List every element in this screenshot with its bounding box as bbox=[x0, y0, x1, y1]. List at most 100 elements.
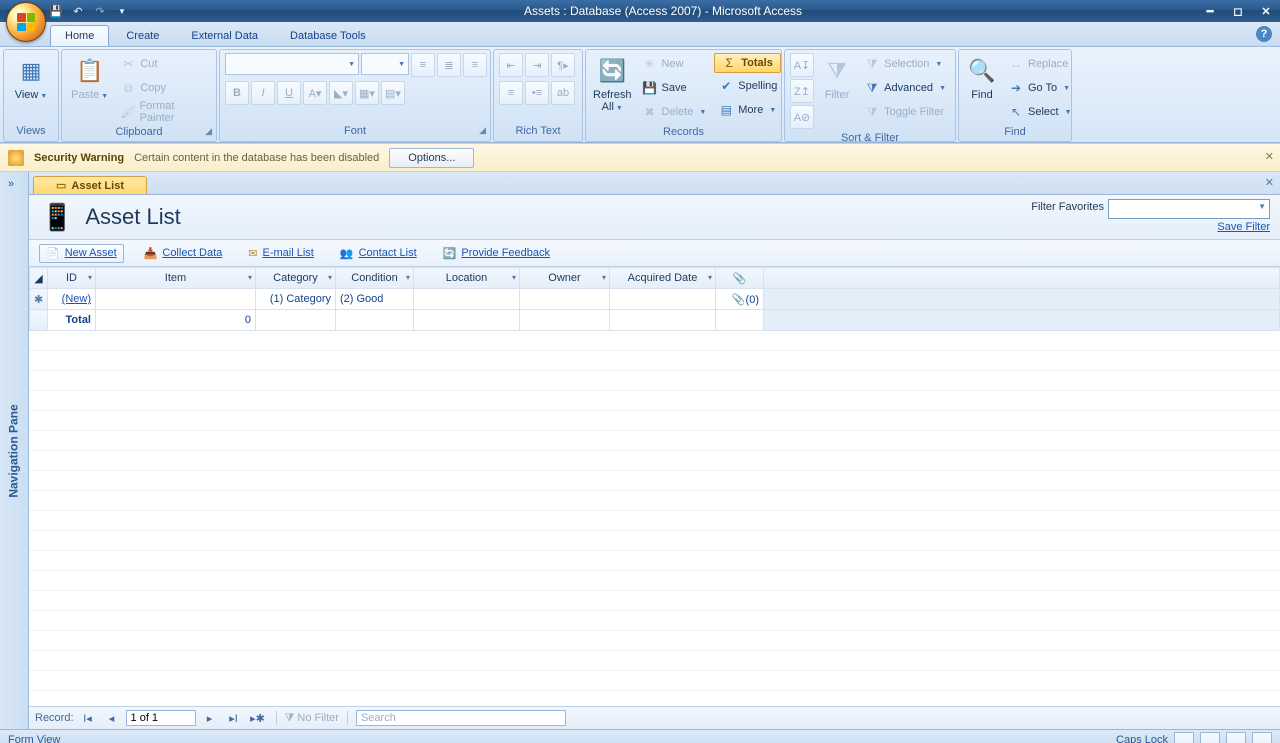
cell-new-id[interactable]: (New) bbox=[62, 293, 91, 305]
last-record-button[interactable]: ▸I bbox=[224, 709, 244, 727]
close-document-icon[interactable]: ✕ bbox=[1265, 176, 1274, 189]
record-position-input[interactable] bbox=[126, 710, 196, 726]
col-owner[interactable]: Owner▾ bbox=[520, 268, 610, 289]
col-acquired[interactable]: Acquired Date▾ bbox=[610, 268, 716, 289]
cell-new-item[interactable] bbox=[96, 289, 256, 310]
expand-nav-icon[interactable]: » bbox=[8, 178, 14, 190]
filter-favorites-combo[interactable]: ▼ bbox=[1108, 199, 1270, 219]
refresh-all-button[interactable]: 🔄 Refresh All▼ bbox=[591, 53, 634, 117]
minimize-button[interactable]: ━ bbox=[1196, 2, 1224, 20]
delete-record-button[interactable]: ✖Delete▼ bbox=[638, 101, 711, 123]
align-right-button[interactable]: ≡ bbox=[463, 53, 487, 77]
selection-button[interactable]: ⧩Selection▼ bbox=[860, 53, 950, 75]
more-button[interactable]: ▤More▼ bbox=[714, 99, 781, 121]
align-center-button[interactable]: ≣ bbox=[437, 53, 461, 77]
prev-record-button[interactable]: ◂ bbox=[102, 709, 122, 727]
redo-icon[interactable]: ↷ bbox=[92, 3, 108, 19]
font-name-combo[interactable]: ▼ bbox=[225, 53, 359, 75]
col-attachment[interactable]: 📎 bbox=[716, 268, 764, 289]
qat-dropdown-icon[interactable]: ▼ bbox=[114, 3, 130, 19]
security-options-button[interactable]: Options... bbox=[389, 148, 474, 168]
view-datasheet-button[interactable] bbox=[1200, 732, 1220, 743]
select-button[interactable]: ↖Select▼ bbox=[1004, 101, 1076, 123]
sort-asc-button[interactable]: A↧ bbox=[790, 53, 814, 77]
numbered-list-button[interactable]: ≡ bbox=[499, 81, 523, 105]
next-record-button[interactable]: ▸ bbox=[200, 709, 220, 727]
bulleted-list-button[interactable]: •≡ bbox=[525, 81, 549, 105]
first-record-button[interactable]: I◂ bbox=[78, 709, 98, 727]
format-painter-button[interactable]: 🖌Format Painter bbox=[116, 101, 211, 123]
bold-button[interactable]: B bbox=[225, 81, 249, 105]
new-record-nav-button[interactable]: ▸✱ bbox=[248, 709, 268, 727]
ltr-button[interactable]: ¶▸ bbox=[551, 53, 575, 77]
copy-button[interactable]: ⧉Copy bbox=[116, 77, 211, 99]
replace-button[interactable]: ↔Replace bbox=[1004, 53, 1076, 75]
font-dialog-icon[interactable]: ◢ bbox=[479, 125, 486, 136]
col-item[interactable]: Item▾ bbox=[96, 268, 256, 289]
font-color-button[interactable]: A▾ bbox=[303, 81, 327, 105]
clear-sort-button[interactable]: A⊘ bbox=[790, 105, 814, 129]
cut-button[interactable]: ✂Cut bbox=[116, 53, 211, 75]
gridlines-button[interactable]: ▦▾ bbox=[355, 81, 379, 105]
cell-new-category[interactable]: (1) Category bbox=[256, 289, 336, 310]
cell-new-condition[interactable]: (2) Good bbox=[336, 289, 414, 310]
view-layout-button[interactable] bbox=[1226, 732, 1246, 743]
paste-button[interactable]: 📋 Paste▼ bbox=[67, 53, 112, 105]
toggle-filter-button[interactable]: ⧩Toggle Filter bbox=[860, 101, 950, 123]
save-icon[interactable]: 💾 bbox=[48, 3, 64, 19]
underline-button[interactable]: U bbox=[277, 81, 301, 105]
align-left-button[interactable]: ≡ bbox=[411, 53, 435, 77]
new-record-button[interactable]: ✳New bbox=[638, 53, 711, 75]
col-condition[interactable]: Condition▾ bbox=[336, 268, 414, 289]
select-all-corner[interactable]: ◢ bbox=[30, 268, 48, 289]
save-filter-link[interactable]: Save Filter bbox=[1217, 221, 1270, 233]
close-button[interactable]: ✕ bbox=[1252, 2, 1280, 20]
tab-home[interactable]: Home bbox=[50, 25, 109, 46]
save-record-button[interactable]: 💾Save bbox=[638, 77, 711, 99]
col-id[interactable]: ID▾ bbox=[48, 268, 96, 289]
decrease-list-level-button[interactable]: ⇤ bbox=[499, 53, 523, 77]
maximize-button[interactable]: ◻ bbox=[1224, 2, 1252, 20]
tab-create[interactable]: Create bbox=[111, 25, 174, 46]
filter-button[interactable]: ⧩ Filter bbox=[818, 53, 856, 103]
clipboard-dialog-icon[interactable]: ◢ bbox=[205, 126, 212, 137]
new-row-selector[interactable]: ✱ bbox=[30, 289, 48, 310]
italic-button[interactable]: I bbox=[251, 81, 275, 105]
alt-row-button[interactable]: ▤▾ bbox=[381, 81, 405, 105]
fill-color-button[interactable]: ◣▾ bbox=[329, 81, 353, 105]
new-asset-button[interactable]: 📄New Asset bbox=[39, 244, 124, 263]
data-table[interactable]: ◢ ID▾ Item▾ Category▾ Condition▾ Locatio… bbox=[29, 267, 1280, 331]
advanced-button[interactable]: ⧩Advanced▼ bbox=[860, 77, 950, 99]
view-button[interactable]: ▦ View▼ bbox=[9, 53, 53, 105]
totals-row[interactable]: Total 0 bbox=[30, 310, 1280, 331]
security-close-icon[interactable]: ✕ bbox=[1265, 150, 1274, 163]
increase-list-level-button[interactable]: ⇥ bbox=[525, 53, 549, 77]
email-list-button[interactable]: ✉E-mail List bbox=[242, 245, 320, 262]
goto-button[interactable]: ➔Go To▼ bbox=[1004, 77, 1076, 99]
search-box[interactable] bbox=[356, 710, 566, 726]
col-category[interactable]: Category▾ bbox=[256, 268, 336, 289]
sort-desc-button[interactable]: Z↥ bbox=[790, 79, 814, 103]
collect-data-button[interactable]: 📥Collect Data bbox=[138, 245, 229, 262]
document-tab-asset-list[interactable]: ▭ Asset List bbox=[33, 176, 147, 194]
office-button[interactable] bbox=[6, 2, 46, 42]
filter-status[interactable]: ⧩ No Filter bbox=[285, 712, 339, 725]
highlight-button[interactable]: ab bbox=[551, 81, 575, 105]
cell-new-location[interactable] bbox=[414, 289, 520, 310]
font-size-combo[interactable]: ▼ bbox=[361, 53, 409, 75]
undo-icon[interactable]: ↶ bbox=[70, 3, 86, 19]
cell-new-acquired[interactable] bbox=[610, 289, 716, 310]
view-form-button[interactable] bbox=[1174, 732, 1194, 743]
help-icon[interactable]: ? bbox=[1256, 26, 1272, 42]
contact-list-button[interactable]: 👥Contact List bbox=[334, 245, 423, 262]
navigation-pane-collapsed[interactable]: » Navigation Pane bbox=[0, 172, 29, 729]
col-location[interactable]: Location▾ bbox=[414, 268, 520, 289]
cell-new-attachment[interactable]: 📎(0) bbox=[716, 289, 764, 310]
new-row[interactable]: ✱ (New) (1) Category (2) Good 📎(0) bbox=[30, 289, 1280, 310]
provide-feedback-button[interactable]: 🔄Provide Feedback bbox=[437, 245, 556, 262]
totals-button[interactable]: ΣTotals bbox=[714, 53, 781, 73]
cell-new-owner[interactable] bbox=[520, 289, 610, 310]
spelling-button[interactable]: ✔Spelling bbox=[714, 75, 781, 97]
view-design-button[interactable] bbox=[1252, 732, 1272, 743]
find-button[interactable]: 🔍 Find bbox=[964, 53, 1000, 103]
